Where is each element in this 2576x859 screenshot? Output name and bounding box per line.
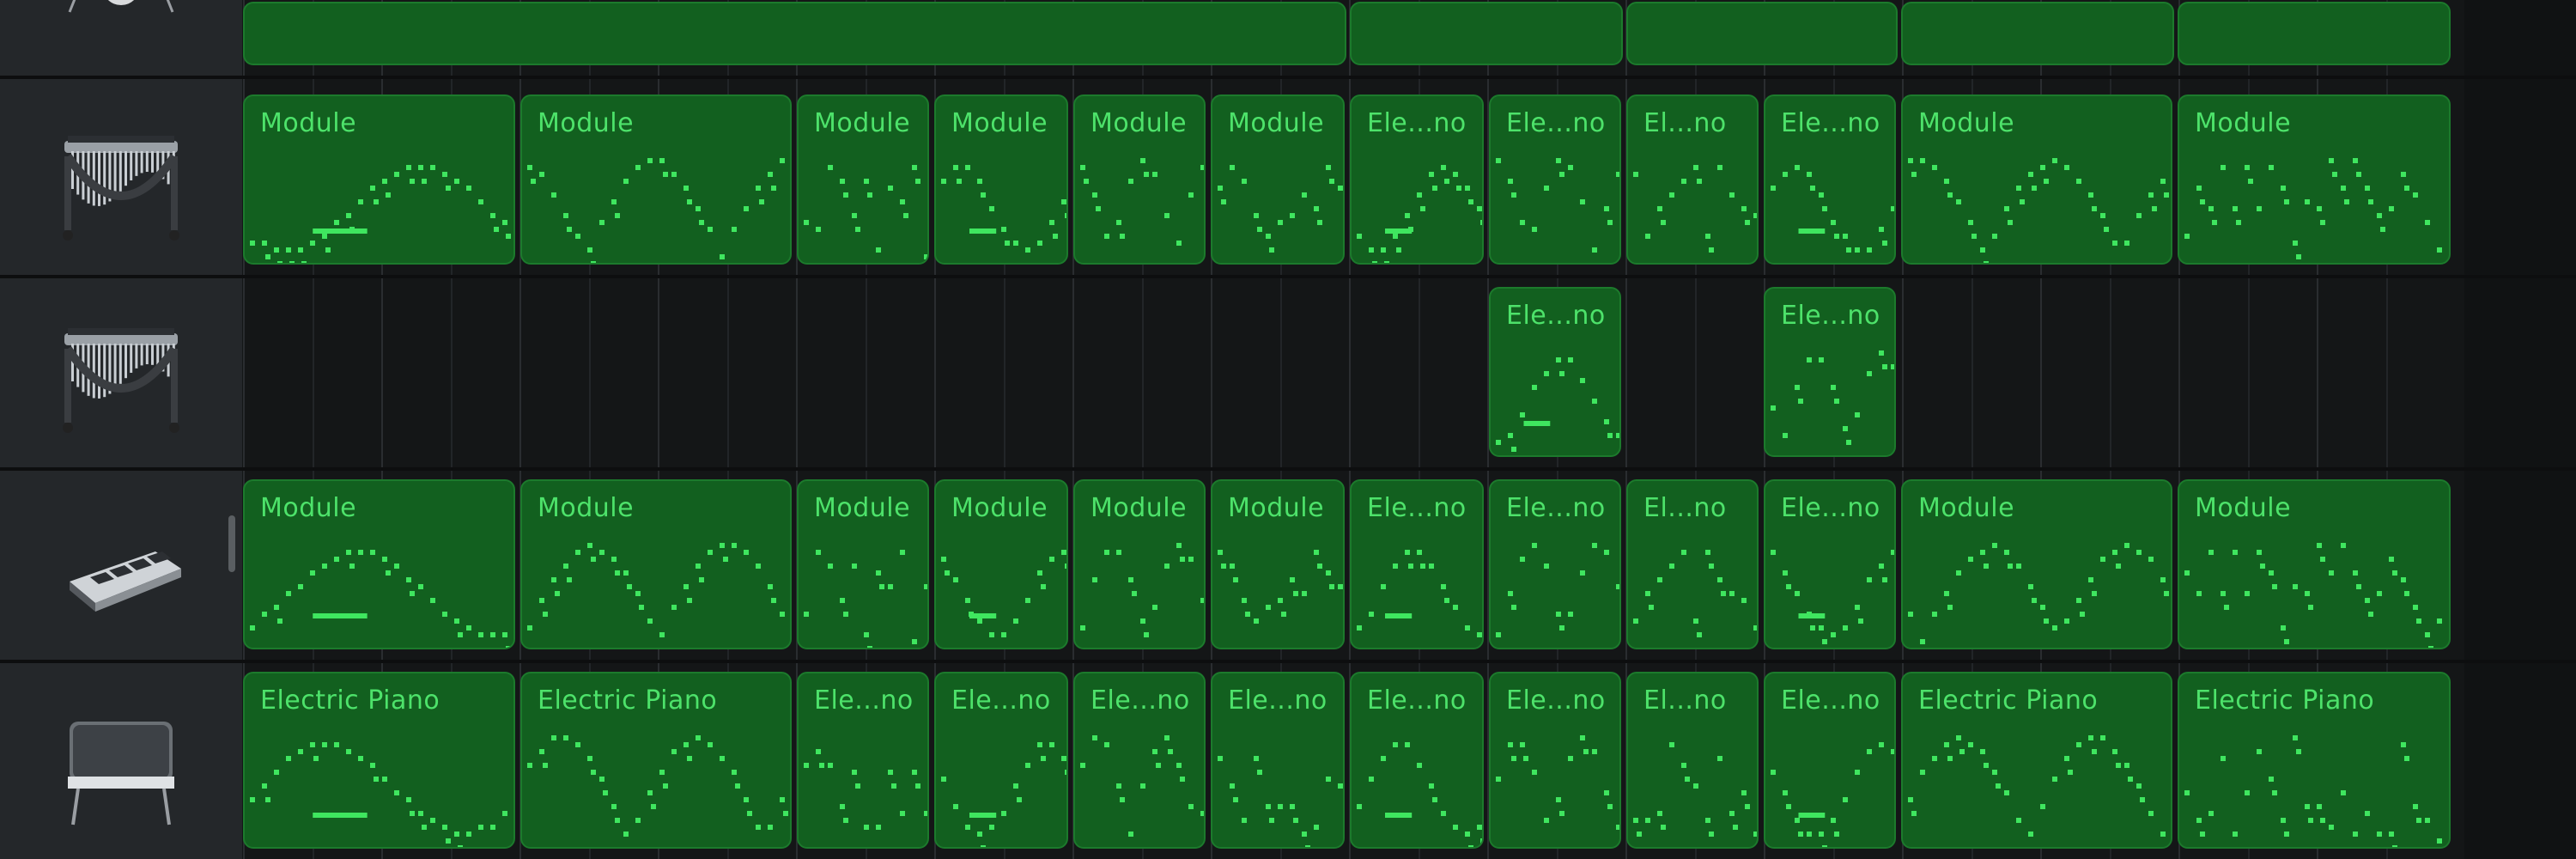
region[interactable]: Electric Piano: [520, 672, 792, 849]
region[interactable]: Ele...no: [1489, 672, 1621, 849]
vibraphone-icon: [63, 136, 179, 241]
midi-notes: [1908, 543, 2169, 644]
midi-notes: [2184, 543, 2442, 648]
midi-notes: [2184, 158, 2442, 259]
midi-notes: [527, 158, 785, 263]
region[interactable]: Module: [243, 94, 515, 265]
region[interactable]: Module: [520, 479, 792, 649]
region[interactable]: Module: [520, 94, 792, 265]
region[interactable]: Electric Piano: [243, 672, 515, 849]
region[interactable]: Module: [243, 479, 515, 649]
midi-notes: [1771, 165, 1894, 253]
region[interactable]: Ele...no: [797, 672, 929, 849]
track-header-resize-handle[interactable]: [228, 515, 235, 572]
region[interactable]: Module: [1073, 479, 1206, 649]
region[interactable]: Electric Piano: [2178, 672, 2451, 849]
track-header-vibes-2[interactable]: [0, 277, 242, 467]
region[interactable]: El...no: [1626, 672, 1759, 849]
region[interactable]: Module: [1211, 479, 1345, 649]
track-header-electric-piano[interactable]: [0, 661, 242, 859]
midi-notes: [527, 735, 788, 837]
track-row-vibes-1: Module Module Module Module Module Module Ele.…: [0, 84, 2576, 278]
midi-notes: [1496, 357, 1619, 452]
midi-notes: [1357, 550, 1482, 637]
midi-notes: [1771, 550, 1894, 644]
midi-notes: [1218, 165, 1343, 253]
region[interactable]: Module: [2178, 479, 2451, 649]
midi-notes: [804, 749, 927, 830]
region[interactable]: Module: [1073, 94, 1206, 265]
region[interactable]: Module: [1901, 479, 2172, 649]
midi-notes: [804, 165, 927, 259]
track-row-synth-pad: Module Module Module Module Module Module Ele.…: [0, 469, 2576, 663]
midi-notes: [941, 550, 1066, 637]
midi-notes: [1496, 735, 1619, 830]
midi-notes: [250, 550, 511, 648]
region[interactable]: Module: [934, 479, 1068, 649]
midi-notes: [1218, 550, 1343, 624]
midi-notes: [1633, 742, 1757, 837]
track-row-vibes-2: Ele...no Ele...no: [0, 277, 2576, 471]
region[interactable]: Ele...no: [1350, 479, 1484, 649]
region[interactable]: Ele...no: [934, 672, 1068, 849]
midi-notes: [2184, 735, 2442, 847]
midi-notes: [250, 165, 511, 263]
midi-notes: [1080, 735, 1204, 837]
region[interactable]: El...no: [1626, 479, 1759, 649]
midi-notes: [941, 165, 1066, 253]
track-header-vibes-1[interactable]: [0, 84, 242, 275]
region[interactable]: Module: [797, 479, 929, 649]
midi-notes: [1080, 158, 1204, 246]
midi-notes: [1357, 165, 1482, 263]
daw-window: Module Module Module Module Module Module Ele.…: [0, 0, 2576, 859]
region[interactable]: Ele...no: [1350, 672, 1484, 849]
track-row-drums: [0, 0, 2576, 79]
midi-notes: [250, 742, 507, 847]
region[interactable]: [1350, 2, 1623, 65]
track-header-synth-pad[interactable]: [0, 469, 242, 660]
midi-notes: [1633, 165, 1757, 253]
region[interactable]: Ele...no: [1764, 94, 1896, 265]
region[interactable]: Module: [1901, 94, 2172, 265]
vibraphone-icon: [63, 328, 179, 433]
midi-notes: [804, 550, 927, 648]
region[interactable]: Ele...no: [1489, 94, 1621, 265]
region[interactable]: Module: [797, 94, 929, 265]
track-header-drums[interactable]: [0, 0, 242, 76]
region[interactable]: Ele...no: [1764, 479, 1896, 649]
region[interactable]: El...no: [1626, 94, 1759, 265]
region[interactable]: Module: [1211, 94, 1345, 265]
midi-notes: [1218, 756, 1343, 847]
region[interactable]: [1626, 2, 1898, 65]
region[interactable]: Electric Piano: [1901, 672, 2172, 849]
region[interactable]: [2178, 2, 2451, 65]
region[interactable]: Ele...no: [1764, 287, 1896, 457]
region[interactable]: Ele...no: [1350, 94, 1484, 265]
midi-notes: [1908, 735, 2166, 837]
midi-notes: [1908, 158, 2169, 263]
region[interactable]: Ele...no: [1073, 672, 1206, 849]
track-row-electric-piano: Electric Piano Electric Piano Ele...no Ele.…: [0, 661, 2576, 859]
region[interactable]: [243, 2, 1346, 65]
region[interactable]: Module: [2178, 94, 2451, 265]
electric-piano-icon: [68, 722, 174, 825]
midi-notes: [1633, 550, 1757, 637]
midi-notes: [1771, 350, 1894, 445]
midi-notes: [527, 543, 785, 637]
region[interactable]: [1901, 2, 2174, 65]
midi-notes: [1080, 543, 1204, 637]
region[interactable]: Ele...no: [1764, 672, 1896, 849]
midi-notes: [1496, 158, 1619, 253]
drum-machine-icon: [70, 551, 181, 612]
region[interactable]: Ele...no: [1489, 287, 1621, 457]
region[interactable]: Ele...no: [1489, 479, 1621, 649]
midi-notes: [1771, 742, 1894, 847]
midi-notes: [1496, 543, 1619, 637]
region[interactable]: Ele...no: [1211, 672, 1345, 849]
region[interactable]: Module: [934, 94, 1068, 265]
midi-notes: [1357, 742, 1482, 847]
midi-notes: [941, 742, 1066, 847]
